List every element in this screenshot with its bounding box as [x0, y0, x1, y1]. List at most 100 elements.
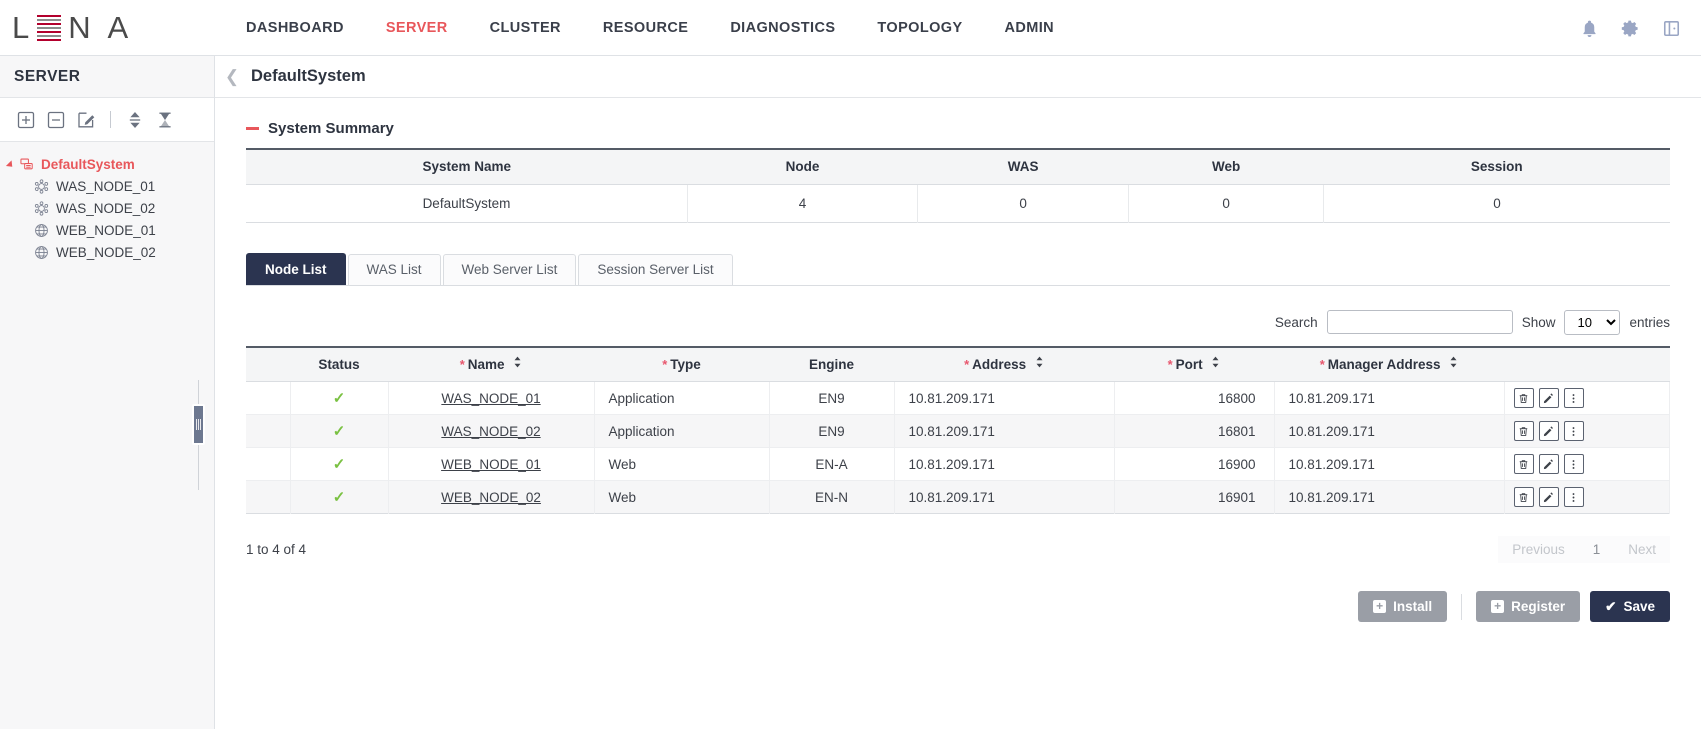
web-node-icon: [34, 223, 49, 238]
hourglass-icon[interactable]: [155, 110, 175, 130]
table-row[interactable]: ✓ WAS_NODE_02 Application EN9 10.81.209.…: [246, 415, 1670, 448]
page-number-1[interactable]: 1: [1579, 536, 1615, 563]
cell-status: ✓: [290, 481, 388, 514]
header-status[interactable]: Status: [290, 347, 388, 382]
nav-dashboard[interactable]: DASHBOARD: [225, 0, 365, 56]
header-label: Port: [1176, 357, 1203, 372]
expand-arrow-icon[interactable]: [6, 160, 15, 169]
node-link[interactable]: WAS_NODE_02: [441, 424, 540, 439]
entries-label: entries: [1629, 315, 1670, 330]
table-footer: 1 to 4 of 4 Previous 1 Next: [246, 536, 1670, 563]
install-button[interactable]: + Install: [1358, 591, 1447, 622]
minus-icon[interactable]: [246, 127, 259, 130]
edit-icon[interactable]: [1539, 388, 1559, 408]
add-icon[interactable]: [16, 110, 36, 130]
cell-port: 16801: [1114, 415, 1274, 448]
install-label: Install: [1393, 599, 1432, 614]
cell-manager-address: 10.81.209.171: [1274, 415, 1504, 448]
gear-icon[interactable]: [1621, 19, 1640, 38]
bell-icon[interactable]: [1580, 19, 1599, 38]
edit-icon[interactable]: [1539, 487, 1559, 507]
page-size-select[interactable]: 102550100: [1564, 310, 1620, 335]
tree-node-defaultsystem[interactable]: DefaultSystem: [0, 154, 214, 175]
sort-icon[interactable]: [1211, 356, 1220, 371]
tree-node-was-node-02[interactable]: WAS_NODE_02: [0, 197, 214, 219]
nav-resource[interactable]: RESOURCE: [582, 0, 709, 56]
cell-system-name: DefaultSystem: [246, 184, 687, 222]
nav-topology[interactable]: TOPOLOGY: [856, 0, 983, 56]
cell-spacer: [246, 481, 290, 514]
tab-was-list[interactable]: WAS List: [348, 254, 441, 285]
sidebar-resize-handle[interactable]: [192, 404, 205, 445]
more-icon[interactable]: [1564, 487, 1584, 507]
cell-address: 10.81.209.171: [894, 382, 1114, 415]
header-label: Engine: [809, 357, 854, 372]
save-button[interactable]: ✔ Save: [1590, 591, 1670, 622]
tree-node-was-node-01[interactable]: WAS_NODE_01: [0, 175, 214, 197]
header-manager-address[interactable]: *Manager Address: [1274, 347, 1504, 382]
cell-actions: [1504, 481, 1670, 514]
previous-page-button[interactable]: Previous: [1498, 536, 1579, 563]
main-navigation: DASHBOARD SERVER CLUSTER RESOURCE DIAGNO…: [225, 0, 1075, 56]
table-row[interactable]: ✓ WEB_NODE_02 Web EN-N 10.81.209.171 169…: [246, 481, 1670, 514]
status-ok-icon: ✓: [333, 489, 346, 506]
header-name[interactable]: *Name: [388, 347, 594, 382]
more-icon[interactable]: [1564, 388, 1584, 408]
cell-node: 4: [687, 184, 917, 222]
delete-icon[interactable]: [1514, 388, 1534, 408]
tab-web-server-list[interactable]: Web Server List: [443, 254, 577, 285]
table-row[interactable]: ✓ WAS_NODE_01 Application EN9 10.81.209.…: [246, 382, 1670, 415]
app-logo[interactable]: L N A: [0, 0, 215, 56]
cell-actions: [1504, 382, 1670, 415]
tab-session-server-list[interactable]: Session Server List: [578, 254, 732, 285]
header-engine[interactable]: Engine: [769, 347, 894, 382]
header-actions: [1504, 347, 1670, 382]
delete-icon[interactable]: [1514, 454, 1534, 474]
edit-icon[interactable]: [1539, 454, 1559, 474]
required-marker: *: [1320, 357, 1325, 372]
search-input[interactable]: [1327, 310, 1513, 334]
edit-icon[interactable]: [1539, 421, 1559, 441]
node-link[interactable]: WEB_NODE_01: [441, 457, 541, 472]
nav-cluster[interactable]: CLUSTER: [469, 0, 582, 56]
node-link[interactable]: WEB_NODE_02: [441, 490, 541, 505]
breadcrumb: ❮ DefaultSystem: [215, 56, 1701, 98]
next-page-button[interactable]: Next: [1614, 536, 1670, 563]
delete-icon[interactable]: [1514, 487, 1534, 507]
row-action-group: [1506, 454, 1669, 474]
row-action-group: [1506, 421, 1669, 441]
tree-node-web-node-02[interactable]: WEB_NODE_02: [0, 241, 214, 263]
nav-server[interactable]: SERVER: [365, 0, 469, 56]
table-row[interactable]: ✓ WEB_NODE_01 Web EN-A 10.81.209.171 169…: [246, 448, 1670, 481]
sort-icon[interactable]: [513, 356, 522, 371]
system-summary-table: System Name Node WAS Web Session Default…: [246, 148, 1670, 223]
required-marker: *: [662, 357, 667, 372]
more-icon[interactable]: [1564, 454, 1584, 474]
delete-icon[interactable]: [1514, 421, 1534, 441]
sort-icon[interactable]: [1449, 356, 1458, 371]
node-link[interactable]: WAS_NODE_01: [441, 391, 540, 406]
header-type[interactable]: *Type: [594, 347, 769, 382]
header-port[interactable]: *Port: [1114, 347, 1274, 382]
sort-icon[interactable]: [1035, 356, 1044, 371]
chevron-left-icon[interactable]: ❮: [215, 68, 249, 85]
header-address[interactable]: *Address: [894, 347, 1114, 382]
tree-node-web-node-01[interactable]: WEB_NODE_01: [0, 219, 214, 241]
show-label: Show: [1522, 315, 1556, 330]
nav-diagnostics[interactable]: DIAGNOSTICS: [709, 0, 856, 56]
table-body: ✓ WAS_NODE_01 Application EN9 10.81.209.…: [246, 382, 1670, 514]
remove-icon[interactable]: [46, 110, 66, 130]
cell-type: Web: [594, 481, 769, 514]
cell-name: WAS_NODE_02: [388, 415, 594, 448]
logout-icon[interactable]: [1662, 19, 1681, 38]
cell-spacer: [246, 415, 290, 448]
more-icon[interactable]: [1564, 421, 1584, 441]
expand-collapse-icon[interactable]: [125, 110, 145, 130]
register-label: Register: [1511, 599, 1565, 614]
header-label: Status: [318, 357, 359, 372]
register-button[interactable]: + Register: [1476, 591, 1580, 622]
edit-icon[interactable]: [76, 110, 96, 130]
tab-node-list[interactable]: Node List: [246, 253, 346, 285]
table-header-row: Status *Name *Type Engine: [246, 347, 1670, 382]
nav-admin[interactable]: ADMIN: [984, 0, 1076, 56]
